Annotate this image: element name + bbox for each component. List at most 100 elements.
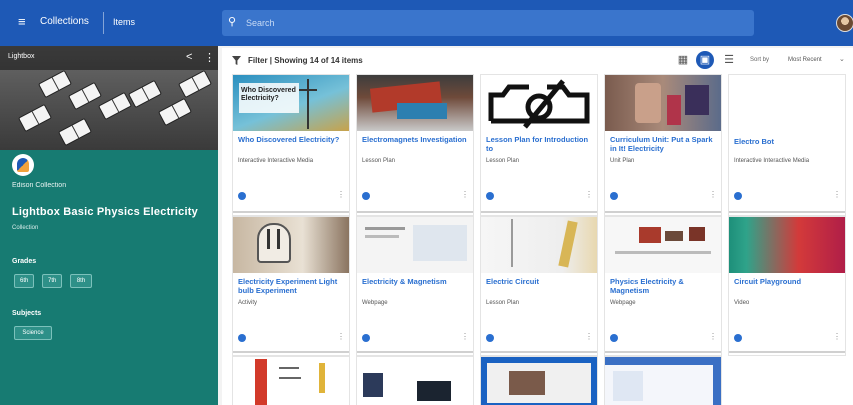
search-input[interactable]	[246, 14, 746, 32]
more-options-icon[interactable]: ⋮	[585, 332, 593, 341]
divider	[729, 211, 845, 213]
share-icon[interactable]: <	[186, 51, 192, 63]
grade-chip[interactable]: 6th	[14, 274, 34, 288]
item-title[interactable]: Physics Electricity & Magnetism	[610, 277, 718, 295]
filter-status[interactable]: Filter | Showing 14 of 14 items	[248, 56, 363, 65]
divider	[481, 211, 597, 213]
item-type: Webpage	[610, 300, 636, 306]
item-card-footer: ⋮	[605, 331, 721, 345]
list-view-icon[interactable]: ☰	[722, 53, 736, 67]
more-options-icon[interactable]: ⋮	[337, 332, 345, 341]
item-thumbnail	[357, 217, 473, 273]
organization-logo	[12, 154, 34, 176]
item-card[interactable]: Who Discovered Electricity? Who Discover…	[232, 74, 350, 216]
item-card-footer: ⋮	[605, 189, 721, 203]
item-title[interactable]: Lesson Plan for Introduction to	[486, 135, 594, 153]
item-card-footer: ⋮	[357, 331, 473, 345]
grade-chip[interactable]: 7th	[42, 274, 62, 288]
top-bar: ≡ Collections Items ⚲	[0, 0, 853, 46]
domino	[68, 81, 102, 111]
divider	[481, 351, 597, 353]
item-type: Video	[734, 300, 750, 306]
item-thumbnail	[605, 217, 721, 273]
item-card[interactable]: Physics Electricity & Magnetism Webpage …	[604, 216, 722, 356]
item-author-icon[interactable]	[734, 334, 742, 342]
item-title[interactable]: Electro Bot	[734, 137, 842, 146]
item-card[interactable]: Electricity & Magnetism Webpage ⋮	[356, 216, 474, 356]
card-view-icon[interactable]: ▣	[696, 51, 714, 69]
grid-view-icon[interactable]: ▦	[676, 53, 690, 67]
divider	[357, 211, 473, 213]
item-author-icon[interactable]	[486, 192, 494, 200]
thumbnail-caption: Who Discovered Electricity?	[241, 87, 296, 102]
more-options-icon[interactable]: ⋮	[337, 190, 345, 199]
item-thumbnail	[729, 75, 845, 131]
section-title[interactable]: Items	[113, 17, 135, 27]
item-card[interactable]: Electro Bot Interactive Interactive Medi…	[728, 74, 846, 216]
item-card[interactable]: Curriculum Unit: Put a Spark in It! Elec…	[604, 74, 722, 216]
item-card[interactable]: Electromagnets Investigation Lesson Plan…	[356, 74, 474, 216]
item-type: Webpage	[362, 300, 388, 306]
item-author-icon[interactable]	[610, 334, 618, 342]
item-card[interactable]	[356, 356, 474, 405]
hamburger-icon[interactable]: ≡	[18, 14, 32, 30]
item-author-icon[interactable]	[238, 192, 246, 200]
more-options-icon[interactable]: ⋮	[833, 332, 841, 341]
no-image-icon	[488, 79, 590, 129]
item-card[interactable]: Electric Circuit Lesson Plan ⋮	[480, 216, 598, 356]
item-thumbnail: Who Discovered Electricity?	[233, 75, 349, 131]
item-type: Activity	[238, 300, 258, 306]
item-card-footer: ⋮	[729, 331, 845, 345]
filter-icon[interactable]	[232, 56, 241, 65]
item-author-icon[interactable]	[238, 334, 246, 342]
item-thumbnail	[605, 357, 721, 405]
item-author-icon[interactable]	[734, 192, 742, 200]
item-type: Interactive Interactive Media	[734, 158, 810, 164]
item-author-icon[interactable]	[486, 334, 494, 342]
item-title[interactable]: Who Discovered Electricity?	[238, 135, 346, 144]
item-card[interactable]: Electricity Experiment Light bulb Experi…	[232, 216, 350, 356]
more-options-icon[interactable]: ⋮	[461, 332, 469, 341]
item-author-icon[interactable]	[362, 192, 370, 200]
search-box[interactable]: ⚲	[222, 10, 754, 36]
item-title[interactable]: Electricity & Magnetism	[362, 277, 470, 286]
divider	[357, 351, 473, 353]
more-options-icon[interactable]: ⋮	[204, 51, 215, 64]
divider	[729, 351, 845, 353]
organization-name[interactable]: Edison Collection	[12, 182, 66, 189]
item-card[interactable]: Circuit Playground Video ⋮	[728, 216, 846, 356]
item-thumbnail	[481, 75, 597, 131]
chevron-down-icon[interactable]: ⌄	[839, 55, 845, 63]
item-title[interactable]: Electric Circuit	[486, 277, 594, 286]
domino	[98, 91, 132, 121]
more-options-icon[interactable]: ⋮	[585, 190, 593, 199]
sort-dropdown[interactable]: Most Recent	[788, 57, 822, 63]
item-card-footer: ⋮	[357, 189, 473, 203]
item-thumbnail	[481, 357, 597, 405]
item-card[interactable]	[232, 356, 350, 405]
item-title[interactable]: Curriculum Unit: Put a Spark in It! Elec…	[610, 135, 718, 153]
subject-chip[interactable]: Science	[14, 326, 52, 340]
item-title[interactable]: Electromagnets Investigation	[362, 135, 470, 144]
item-thumbnail	[233, 357, 349, 405]
item-card-footer: ⋮	[481, 331, 597, 345]
app-title[interactable]: Collections	[40, 16, 89, 27]
divider	[233, 211, 349, 213]
item-card[interactable]	[604, 356, 722, 405]
more-options-icon[interactable]: ⋮	[709, 190, 717, 199]
item-title[interactable]: Circuit Playground	[734, 277, 842, 286]
divider	[103, 12, 104, 34]
item-thumbnail	[481, 217, 597, 273]
grades-label: Grades	[12, 258, 37, 265]
more-options-icon[interactable]: ⋮	[709, 332, 717, 341]
avatar[interactable]	[836, 14, 853, 32]
item-author-icon[interactable]	[610, 192, 618, 200]
grade-chip[interactable]: 8th	[70, 274, 92, 288]
item-card[interactable]: Lesson Plan for Introduction to Lesson P…	[480, 74, 598, 216]
more-options-icon[interactable]: ⋮	[833, 190, 841, 199]
item-author-icon[interactable]	[362, 334, 370, 342]
item-title[interactable]: Electricity Experiment Light bulb Experi…	[238, 277, 346, 295]
more-options-icon[interactable]: ⋮	[461, 190, 469, 199]
item-card[interactable]	[480, 356, 598, 405]
item-type: Unit Plan	[610, 158, 635, 164]
